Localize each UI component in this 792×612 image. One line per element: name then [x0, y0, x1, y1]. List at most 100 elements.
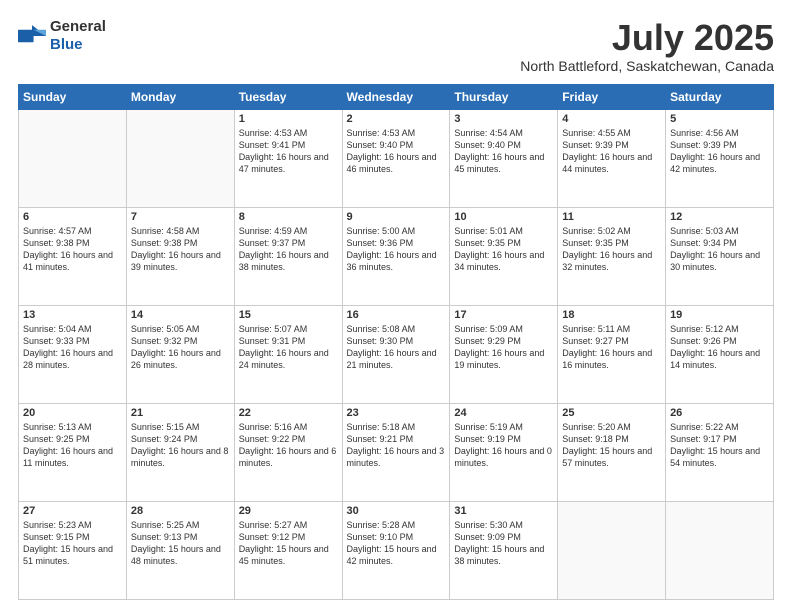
weekday-header-sunday: Sunday: [19, 84, 127, 109]
weekday-header-saturday: Saturday: [666, 84, 774, 109]
calendar-cell: [19, 109, 127, 207]
calendar-cell: 6 Sunrise: 4:57 AM Sunset: 9:38 PM Daylig…: [19, 207, 127, 305]
day-number: 3: [454, 113, 553, 125]
day-info: Sunrise: 5:11 AM Sunset: 9:27 PM Dayligh…: [562, 323, 661, 372]
day-info: Sunrise: 5:18 AM Sunset: 9:21 PM Dayligh…: [347, 421, 446, 470]
location-subtitle: North Battleford, Saskatchewan, Canada: [520, 58, 774, 74]
day-info: Sunrise: 5:12 AM Sunset: 9:26 PM Dayligh…: [670, 323, 769, 372]
calendar-cell: 26 Sunrise: 5:22 AM Sunset: 9:17 PM Dayli…: [666, 403, 774, 501]
calendar-cell: 8 Sunrise: 4:59 AM Sunset: 9:37 PM Daylig…: [234, 207, 342, 305]
calendar-cell: 3Sunrise: 4:54 AM Sunset: 9:40 PM Daylig…: [450, 109, 558, 207]
day-info: Sunrise: 5:09 AM Sunset: 9:29 PM Dayligh…: [454, 323, 553, 372]
calendar-table: SundayMondayTuesdayWednesdayThursdayFrid…: [18, 84, 774, 600]
day-number: 18: [562, 309, 661, 321]
calendar-week-2: 6 Sunrise: 4:57 AM Sunset: 9:38 PM Daylig…: [19, 207, 774, 305]
calendar-cell: 28 Sunrise: 5:25 AM Sunset: 9:13 PM Dayli…: [126, 501, 234, 599]
day-number: 25: [562, 407, 661, 419]
logo-icon: [18, 25, 46, 47]
day-number: 31: [454, 505, 553, 517]
calendar-cell: 20 Sunrise: 5:13 AM Sunset: 9:25 PM Dayli…: [19, 403, 127, 501]
calendar-cell: 31 Sunrise: 5:30 AM Sunset: 9:09 PM Dayli…: [450, 501, 558, 599]
day-number: 13: [23, 309, 122, 321]
day-number: 28: [131, 505, 230, 517]
day-number: 11: [562, 211, 661, 223]
calendar-header-row: SundayMondayTuesdayWednesdayThursdayFrid…: [19, 84, 774, 109]
day-info: Sunrise: 5:15 AM Sunset: 9:24 PM Dayligh…: [131, 421, 230, 470]
day-info: Sunrise: 5:00 AM Sunset: 9:36 PM Dayligh…: [347, 225, 446, 274]
calendar-cell: 29 Sunrise: 5:27 AM Sunset: 9:12 PM Dayli…: [234, 501, 342, 599]
day-info: Sunrise: 5:03 AM Sunset: 9:34 PM Dayligh…: [670, 225, 769, 274]
day-info: Sunrise: 4:58 AM Sunset: 9:38 PM Dayligh…: [131, 225, 230, 274]
calendar-cell: [666, 501, 774, 599]
calendar-cell: 7 Sunrise: 4:58 AM Sunset: 9:38 PM Daylig…: [126, 207, 234, 305]
day-number: 29: [239, 505, 338, 517]
calendar-cell: [558, 501, 666, 599]
day-info: Sunrise: 4:53 AM Sunset: 9:41 PM Dayligh…: [239, 127, 338, 176]
calendar-cell: 10 Sunrise: 5:01 AM Sunset: 9:35 PM Dayli…: [450, 207, 558, 305]
calendar-cell: 14 Sunrise: 5:05 AM Sunset: 9:32 PM Dayli…: [126, 305, 234, 403]
calendar-cell: 25 Sunrise: 5:20 AM Sunset: 9:18 PM Dayli…: [558, 403, 666, 501]
day-number: 12: [670, 211, 769, 223]
title-block: July 2025 North Battleford, Saskatchewan…: [520, 18, 774, 74]
day-number: 4: [562, 113, 661, 125]
calendar-cell: 18 Sunrise: 5:11 AM Sunset: 9:27 PM Dayli…: [558, 305, 666, 403]
day-info: Sunrise: 5:28 AM Sunset: 9:10 PM Dayligh…: [347, 519, 446, 568]
day-number: 20: [23, 407, 122, 419]
day-number: 30: [347, 505, 446, 517]
day-info: Sunrise: 5:25 AM Sunset: 9:13 PM Dayligh…: [131, 519, 230, 568]
day-info: Sunrise: 5:20 AM Sunset: 9:18 PM Dayligh…: [562, 421, 661, 470]
calendar-cell: 13 Sunrise: 5:04 AM Sunset: 9:33 PM Dayli…: [19, 305, 127, 403]
calendar-cell: 16 Sunrise: 5:08 AM Sunset: 9:30 PM Dayli…: [342, 305, 450, 403]
calendar-cell: 27Sunrise: 5:23 AM Sunset: 9:15 PM Dayli…: [19, 501, 127, 599]
calendar-cell: [126, 109, 234, 207]
page: General Blue July 2025 North Battleford,…: [0, 0, 792, 612]
day-number: 15: [239, 309, 338, 321]
day-info: Sunrise: 4:57 AM Sunset: 9:38 PM Dayligh…: [23, 225, 122, 274]
day-number: 9: [347, 211, 446, 223]
calendar-cell: 24 Sunrise: 5:19 AM Sunset: 9:19 PM Dayli…: [450, 403, 558, 501]
logo: General Blue: [18, 18, 106, 54]
day-number: 7: [131, 211, 230, 223]
day-number: 8: [239, 211, 338, 223]
calendar-cell: 21Sunrise: 5:15 AM Sunset: 9:24 PM Dayli…: [126, 403, 234, 501]
calendar-cell: 2Sunrise: 4:53 AM Sunset: 9:40 PM Daylig…: [342, 109, 450, 207]
calendar-week-5: 27Sunrise: 5:23 AM Sunset: 9:15 PM Dayli…: [19, 501, 774, 599]
day-info: Sunrise: 5:22 AM Sunset: 9:17 PM Dayligh…: [670, 421, 769, 470]
day-info: Sunrise: 5:08 AM Sunset: 9:30 PM Dayligh…: [347, 323, 446, 372]
day-number: 17: [454, 309, 553, 321]
logo-general: General: [50, 18, 106, 35]
day-info: Sunrise: 4:53 AM Sunset: 9:40 PM Dayligh…: [347, 127, 446, 176]
day-info: Sunrise: 5:27 AM Sunset: 9:12 PM Dayligh…: [239, 519, 338, 568]
calendar-cell: 23Sunrise: 5:18 AM Sunset: 9:21 PM Dayli…: [342, 403, 450, 501]
day-info: Sunrise: 5:05 AM Sunset: 9:32 PM Dayligh…: [131, 323, 230, 372]
day-info: Sunrise: 5:04 AM Sunset: 9:33 PM Dayligh…: [23, 323, 122, 372]
calendar-week-1: 1Sunrise: 4:53 AM Sunset: 9:41 PM Daylig…: [19, 109, 774, 207]
day-info: Sunrise: 5:01 AM Sunset: 9:35 PM Dayligh…: [454, 225, 553, 274]
day-number: 24: [454, 407, 553, 419]
day-number: 26: [670, 407, 769, 419]
calendar-cell: 11 Sunrise: 5:02 AM Sunset: 9:35 PM Dayli…: [558, 207, 666, 305]
day-number: 10: [454, 211, 553, 223]
calendar-cell: 1Sunrise: 4:53 AM Sunset: 9:41 PM Daylig…: [234, 109, 342, 207]
weekday-header-wednesday: Wednesday: [342, 84, 450, 109]
calendar-cell: 19 Sunrise: 5:12 AM Sunset: 9:26 PM Dayli…: [666, 305, 774, 403]
calendar-cell: 9 Sunrise: 5:00 AM Sunset: 9:36 PM Daylig…: [342, 207, 450, 305]
day-number: 16: [347, 309, 446, 321]
day-info: Sunrise: 5:13 AM Sunset: 9:25 PM Dayligh…: [23, 421, 122, 470]
calendar-cell: 30 Sunrise: 5:28 AM Sunset: 9:10 PM Dayli…: [342, 501, 450, 599]
day-number: 19: [670, 309, 769, 321]
day-info: Sunrise: 5:30 AM Sunset: 9:09 PM Dayligh…: [454, 519, 553, 568]
calendar-cell: 22Sunrise: 5:16 AM Sunset: 9:22 PM Dayli…: [234, 403, 342, 501]
header: General Blue July 2025 North Battleford,…: [18, 18, 774, 74]
day-info: Sunrise: 5:19 AM Sunset: 9:19 PM Dayligh…: [454, 421, 553, 470]
weekday-header-monday: Monday: [126, 84, 234, 109]
day-number: 14: [131, 309, 230, 321]
day-info: Sunrise: 5:16 AM Sunset: 9:22 PM Dayligh…: [239, 421, 338, 470]
calendar-week-4: 20 Sunrise: 5:13 AM Sunset: 9:25 PM Dayli…: [19, 403, 774, 501]
day-number: 5: [670, 113, 769, 125]
day-info: Sunrise: 4:59 AM Sunset: 9:37 PM Dayligh…: [239, 225, 338, 274]
day-number: 6: [23, 211, 122, 223]
day-info: Sunrise: 5:07 AM Sunset: 9:31 PM Dayligh…: [239, 323, 338, 372]
day-info: Sunrise: 5:02 AM Sunset: 9:35 PM Dayligh…: [562, 225, 661, 274]
month-title: July 2025: [520, 18, 774, 58]
